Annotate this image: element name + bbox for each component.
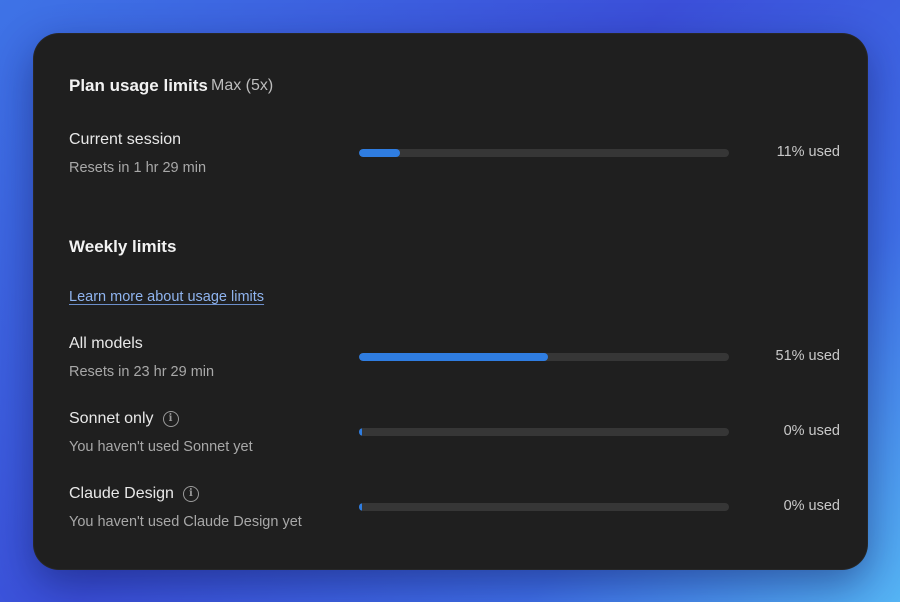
current-session-used-text: 11% used — [776, 144, 840, 160]
sonnet-progress-bar — [359, 428, 729, 436]
all-models-progress-bar — [359, 353, 729, 361]
current-session-progress-fill — [359, 149, 400, 157]
weekly-item-label-text: Claude Design — [69, 485, 174, 502]
weekly-item-label-text: All models — [69, 335, 143, 352]
current-session-progress-bar — [359, 149, 729, 157]
info-circle-icon[interactable]: i — [162, 411, 179, 427]
current-session-label: Current session — [69, 131, 181, 149]
usage-limits-card: Plan usage limits Max (5x) Current sessi… — [33, 33, 868, 570]
weekly-item-label-text: Sonnet only — [69, 410, 154, 427]
weekly-item-claude-design-label: Claude Design i — [69, 485, 199, 503]
weekly-item-all-models-label: All models — [69, 335, 143, 353]
sonnet-progress-fill — [359, 428, 362, 436]
page-title: Plan usage limits — [69, 76, 208, 95]
all-models-used-text: 51% used — [775, 348, 841, 364]
all-models-progress-fill — [359, 353, 548, 361]
weekly-item-sonnet-label: Sonnet only i — [69, 410, 179, 428]
info-circle-icon[interactable]: i — [182, 486, 199, 502]
current-session-label-text: Current session — [69, 131, 182, 148]
learn-more-link[interactable]: Learn more about usage limits — [69, 289, 264, 305]
plan-badge: Max (5x) — [211, 77, 274, 94]
claude-design-progress-bar — [359, 503, 729, 511]
weekly-item-sonnet-subtext: You haven't used Sonnet yet — [69, 439, 253, 455]
claude-design-used-text: 0% used — [783, 498, 840, 514]
weekly-limits-title: Weekly limits — [69, 237, 177, 256]
weekly-item-claude-design-subtext: You haven't used Claude Design yet — [69, 514, 302, 530]
current-session-reset-text: Resets in 1 hr 29 min — [69, 160, 207, 176]
weekly-item-all-models-reset-text: Resets in 23 hr 29 min — [69, 364, 215, 380]
claude-design-progress-fill — [359, 503, 362, 511]
sonnet-used-text: 0% used — [783, 423, 840, 439]
